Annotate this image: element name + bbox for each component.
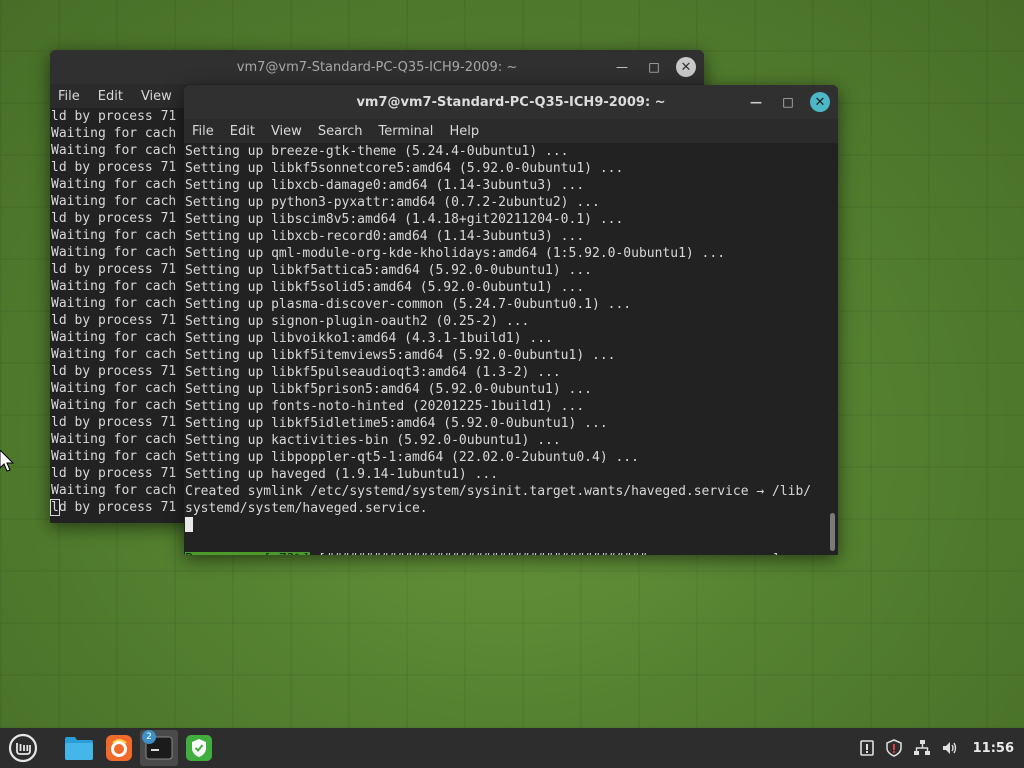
minimize-icon[interactable]: — xyxy=(612,57,632,77)
terminal-line: Setting up libkf5itemviews5:amd64 (5.92.… xyxy=(185,348,616,363)
terminal-line: Setting up libpoppler-qt5-1:amd64 (22.02… xyxy=(185,450,639,465)
firefox-icon xyxy=(106,735,132,761)
cursor-line xyxy=(184,517,838,534)
firefox-launcher[interactable] xyxy=(100,730,138,766)
terminal-line: Setting up libkf5prison5:amd64 (5.92.0-0… xyxy=(185,382,592,397)
terminal-line: Setting up fonts-noto-hinted (20201225-1… xyxy=(185,399,585,414)
terminal-line: Setting up libkf5attica5:amd64 (5.92.0-0… xyxy=(185,263,592,278)
terminal-line: Setting up libvoikko1:amd64 (4.3.1-1buil… xyxy=(185,331,553,346)
terminal-line: Setting up libkf5pulseaudioqt3:amd64 (1.… xyxy=(185,365,561,380)
terminal-line: Setting up libscim8v5:amd64 (1.4.18+git2… xyxy=(185,212,624,227)
window-title: vm7@vm7-Standard-PC-Q35-ICH9-2009: ~ xyxy=(356,94,666,110)
volume-icon[interactable] xyxy=(941,739,959,757)
taskbar: 2 11:56 xyxy=(0,728,1024,768)
terminal-line: systemd/system/haveged.service. xyxy=(185,501,428,516)
scrollbar[interactable] xyxy=(830,513,835,551)
mint-menu-button[interactable] xyxy=(4,730,42,766)
terminal-line: Setting up libkf5idletime5:amd64 (5.92.0… xyxy=(185,416,608,431)
menu-bar: File Edit View Search Terminal Help xyxy=(184,119,838,143)
progress-bar-text: [#######################################… xyxy=(310,552,780,555)
terminal-line: Setting up libkf5solid5:amd64 (5.92.0-0u… xyxy=(185,280,585,295)
window-count-badge: 2 xyxy=(142,730,156,744)
window-title: vm7@vm7-Standard-PC-Q35-ICH9-2009: ~ xyxy=(236,59,518,75)
close-icon[interactable]: ✕ xyxy=(810,92,830,112)
maximize-icon[interactable]: □ xyxy=(778,92,798,112)
terminal-line: Setting up libxcb-damage0:amd64 (1.14-3u… xyxy=(185,178,585,193)
terminal-line: Setting up qml-module-org-kde-kholidays:… xyxy=(185,246,726,261)
mouse-pointer-icon xyxy=(0,450,15,472)
title-bar[interactable]: vm7@vm7-Standard-PC-Q35-ICH9-2009: ~ — □… xyxy=(184,85,838,119)
terminal-taskbar-button[interactable]: 2 xyxy=(140,730,178,766)
text-cursor: l xyxy=(50,499,60,516)
menu-file[interactable]: File xyxy=(192,124,214,139)
close-icon[interactable]: ✕ xyxy=(676,57,696,77)
files-launcher[interactable] xyxy=(60,730,98,766)
terminal-line: Setting up haveged (1.9.14-1ubuntu1) ... xyxy=(185,467,499,482)
terminal-output[interactable]: Setting up breeze-gtk-theme (5.24.4-0ubu… xyxy=(184,143,838,555)
shield-launcher[interactable] xyxy=(180,730,218,766)
maximize-icon[interactable]: □ xyxy=(644,57,664,77)
mint-menu-icon xyxy=(8,733,38,763)
text-cursor xyxy=(185,517,193,532)
network-icon[interactable] xyxy=(913,739,931,757)
menu-edit[interactable]: Edit xyxy=(230,124,255,139)
clock[interactable]: 11:56 xyxy=(973,741,1014,756)
menu-search[interactable]: Search xyxy=(318,124,363,139)
menu-view[interactable]: View xyxy=(141,89,172,104)
terminal-line: Setting up breeze-gtk-theme (5.24.4-0ubu… xyxy=(185,144,569,159)
progress-line: Progress: [ 73%] [######################… xyxy=(184,551,838,555)
menu-terminal[interactable]: Terminal xyxy=(378,124,433,139)
menu-file[interactable]: File xyxy=(58,89,80,104)
menu-help[interactable]: Help xyxy=(449,124,479,139)
shield-icon xyxy=(186,735,212,761)
system-tray: 11:56 xyxy=(859,728,1014,768)
menu-edit[interactable]: Edit xyxy=(98,89,123,104)
terminal-line: Setting up plasma-discover-common (5.24.… xyxy=(185,297,632,312)
update-manager-icon[interactable] xyxy=(859,739,875,757)
terminal-line: Setting up libkf5sonnetcore5:amd64 (5.92… xyxy=(185,161,624,176)
terminal-line: Setting up kactivities-bin (5.92.0-0ubun… xyxy=(185,433,561,448)
terminal-line: Setting up python3-pyxattr:amd64 (0.7.2-… xyxy=(185,195,600,210)
files-icon xyxy=(65,737,93,760)
terminal-line: Setting up libxcb-record0:amd64 (1.14-3u… xyxy=(185,229,585,244)
progress-label: Progress: [ 73%] xyxy=(185,552,311,555)
title-bar[interactable]: vm7@vm7-Standard-PC-Q35-ICH9-2009: ~ — □… xyxy=(50,50,704,84)
menu-view[interactable]: View xyxy=(271,124,302,139)
terminal-line: Created symlink /etc/systemd/system/sysi… xyxy=(185,484,812,499)
terminal-window-front[interactable]: vm7@vm7-Standard-PC-Q35-ICH9-2009: ~ — □… xyxy=(184,85,838,555)
terminal-line: Setting up signon-plugin-oauth2 (0.25-2)… xyxy=(185,314,530,329)
security-shield-icon[interactable] xyxy=(885,739,903,757)
minimize-icon[interactable]: — xyxy=(746,92,766,112)
